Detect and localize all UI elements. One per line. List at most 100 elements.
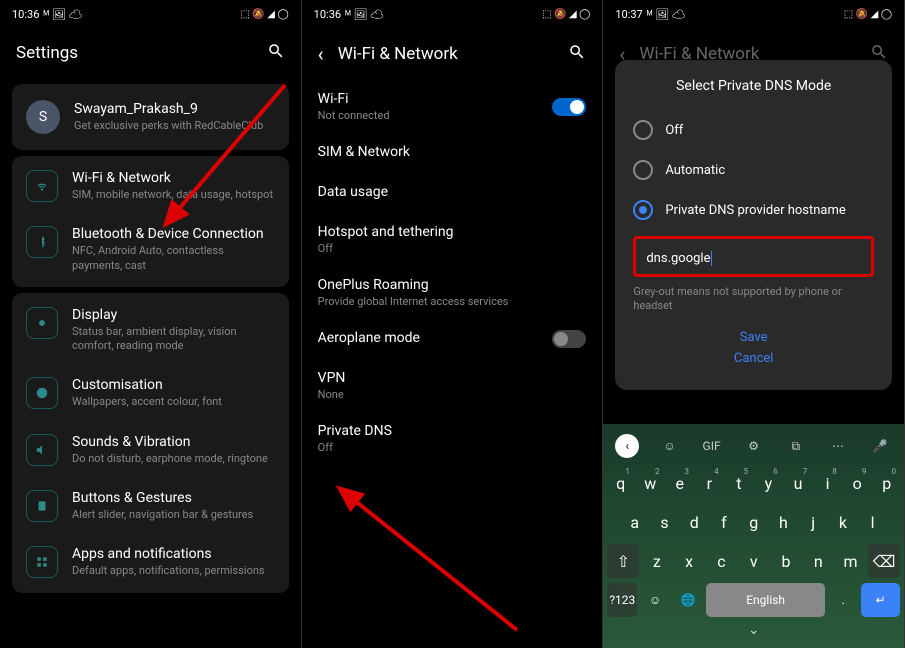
- account-name: Swayam_Prakash_9: [74, 101, 275, 117]
- kb-row-3: ⇧ zxcvbnm ⌫: [607, 544, 900, 578]
- wifi-network-row[interactable]: Wi-Fi & Network SIM, mobile network, dat…: [12, 158, 289, 214]
- kb-row-4: ?123 ☺ 🌐 English . ↵: [607, 583, 900, 617]
- kb-symbols-key[interactable]: ?123: [607, 583, 637, 617]
- status-indicators: ⬚ 🔕 ◢ ◯: [240, 9, 288, 20]
- wifi-header: ‹ Wi-Fi & Network: [302, 28, 603, 80]
- bluetooth-row[interactable]: Bluetooth & Device Connection NFC, Andro…: [12, 214, 289, 285]
- kb-enter-key[interactable]: ↵: [861, 583, 900, 617]
- kb-space-key[interactable]: English: [706, 583, 825, 617]
- status-app-icons: ᴹ 🖼 ☁: [647, 8, 686, 21]
- status-bar: 10:36 ᴹ 🖼 ☁ ⬚ 🔕 ◢ ◯: [302, 0, 603, 28]
- sim-row[interactable]: SIM & Network: [302, 133, 603, 173]
- status-indicators: ⬚ 🔕 ◢ ◯: [844, 9, 892, 20]
- kb-handle-icon[interactable]: ⌄: [607, 622, 900, 638]
- radio-automatic[interactable]: Automatic: [633, 150, 874, 190]
- cancel-button[interactable]: Cancel: [633, 351, 874, 366]
- kb-key-g[interactable]: g: [740, 505, 767, 539]
- search-icon[interactable]: [267, 42, 285, 64]
- kb-mic-icon[interactable]: 🎤: [868, 434, 892, 458]
- kb-emoji-key[interactable]: ☺: [640, 583, 670, 617]
- sound-icon: [26, 434, 58, 466]
- kb-key-e[interactable]: e3: [666, 466, 693, 500]
- kb-key-d[interactable]: d: [681, 505, 708, 539]
- kb-settings-icon[interactable]: ⚙: [742, 434, 766, 458]
- kb-key-x[interactable]: x: [674, 544, 703, 578]
- kb-key-j[interactable]: j: [800, 505, 827, 539]
- aeroplane-row[interactable]: Aeroplane mode: [302, 319, 603, 359]
- kb-key-m[interactable]: m: [836, 544, 865, 578]
- kb-key-s[interactable]: s: [651, 505, 678, 539]
- radio-icon: [633, 120, 653, 140]
- save-button[interactable]: Save: [633, 330, 874, 345]
- data-usage-row[interactable]: Data usage: [302, 173, 603, 213]
- kb-key-c[interactable]: c: [707, 544, 736, 578]
- roaming-row[interactable]: OnePlus Roaming Provide global Internet …: [302, 266, 603, 319]
- dialog-helper: Grey-out means not supported by phone or…: [633, 285, 874, 314]
- kb-translate-icon[interactable]: ⧉: [784, 434, 808, 458]
- annotation-arrow-2: [327, 480, 527, 640]
- kb-key-l[interactable]: l: [859, 505, 886, 539]
- apps-row[interactable]: Apps and notifications Default apps, not…: [12, 534, 289, 590]
- kb-globe-key[interactable]: 🌐: [673, 583, 703, 617]
- status-indicators: ⬚ 🔕 ◢ ◯: [542, 9, 590, 20]
- wifi-toggle[interactable]: [552, 98, 586, 116]
- radio-off[interactable]: Off: [633, 110, 874, 150]
- vpn-row[interactable]: VPN None: [302, 359, 603, 412]
- dialog-title: Select Private DNS Mode: [633, 78, 874, 94]
- keyboard[interactable]: ‹ ☺ GIF ⚙ ⧉ ⋯ 🎤 q1w2e3r4t5y6u7i8o9p0 asd…: [603, 424, 904, 648]
- kb-key-f[interactable]: f: [711, 505, 738, 539]
- kb-more-icon[interactable]: ⋯: [826, 434, 850, 458]
- kb-key-n[interactable]: n: [804, 544, 833, 578]
- kb-key-r[interactable]: r4: [696, 466, 723, 500]
- kb-key-u[interactable]: u7: [785, 466, 812, 500]
- kb-row-1: q1w2e3r4t5y6u7i8o9p0: [607, 466, 900, 500]
- back-icon[interactable]: ‹: [318, 42, 324, 66]
- kb-backspace-key[interactable]: ⌫: [868, 544, 900, 578]
- hotspot-row[interactable]: Hotspot and tethering Off: [302, 213, 603, 266]
- kb-row-2: asdfghjkl: [607, 505, 900, 539]
- gestures-icon: [26, 490, 58, 522]
- kb-key-p[interactable]: p0: [873, 466, 900, 500]
- kb-key-z[interactable]: z: [642, 544, 671, 578]
- kb-gif-button[interactable]: GIF: [700, 434, 724, 458]
- radio-hostname[interactable]: Private DNS provider hostname: [633, 190, 874, 230]
- kb-key-t[interactable]: t5: [726, 466, 753, 500]
- kb-key-k[interactable]: k: [830, 505, 857, 539]
- settings-header: Settings: [0, 28, 301, 78]
- kb-key-q[interactable]: q1: [607, 466, 634, 500]
- kb-key-o[interactable]: o9: [844, 466, 871, 500]
- kb-key-b[interactable]: b: [771, 544, 800, 578]
- page-title: Wi-Fi & Network: [338, 44, 458, 64]
- status-time: 10:37: [615, 8, 642, 21]
- palette-icon: [26, 377, 58, 409]
- kb-key-a[interactable]: a: [621, 505, 648, 539]
- wifi-icon: [26, 170, 58, 202]
- account-card[interactable]: S Swayam_Prakash_9 Get exclusive perks w…: [12, 84, 289, 150]
- display-row[interactable]: Display Status bar, ambient display, vis…: [12, 295, 289, 366]
- status-bar: 10:37 ᴹ 🖼 ☁ ⬚ 🔕 ◢ ◯: [603, 0, 904, 28]
- kb-key-i[interactable]: i8: [814, 466, 841, 500]
- kb-sticker-icon[interactable]: ☺: [657, 434, 681, 458]
- kb-shift-key[interactable]: ⇧: [607, 544, 639, 578]
- dns-hostname-input[interactable]: dns.google: [633, 236, 874, 277]
- kb-period-key[interactable]: .: [828, 583, 858, 617]
- wifi-row[interactable]: Wi-Fi Not connected: [302, 80, 603, 133]
- private-dns-row[interactable]: Private DNS Off: [302, 412, 603, 465]
- kb-collapse-icon[interactable]: ‹: [615, 434, 639, 458]
- kb-key-y[interactable]: y6: [755, 466, 782, 500]
- display-icon: [26, 307, 58, 339]
- wifi-network-screen: 10:36 ᴹ 🖼 ☁ ⬚ 🔕 ◢ ◯ ‹ Wi-Fi & Network Wi…: [302, 0, 604, 648]
- kb-key-w[interactable]: w2: [637, 466, 664, 500]
- network-group: Wi-Fi & Network SIM, mobile network, dat…: [12, 156, 289, 287]
- bluetooth-icon: [26, 226, 58, 258]
- customisation-row[interactable]: Customisation Wallpapers, accent colour,…: [12, 365, 289, 421]
- aeroplane-toggle[interactable]: [552, 330, 586, 348]
- device-group: Display Status bar, ambient display, vis…: [12, 293, 289, 593]
- kb-key-v[interactable]: v: [739, 544, 768, 578]
- buttons-row[interactable]: Buttons & Gestures Alert slider, navigat…: [12, 478, 289, 534]
- kb-key-h[interactable]: h: [770, 505, 797, 539]
- account-sub: Get exclusive perks with RedCableClub: [74, 119, 275, 133]
- search-icon[interactable]: [568, 43, 586, 65]
- apps-icon: [26, 546, 58, 578]
- sounds-row[interactable]: Sounds & Vibration Do not disturb, earph…: [12, 422, 289, 478]
